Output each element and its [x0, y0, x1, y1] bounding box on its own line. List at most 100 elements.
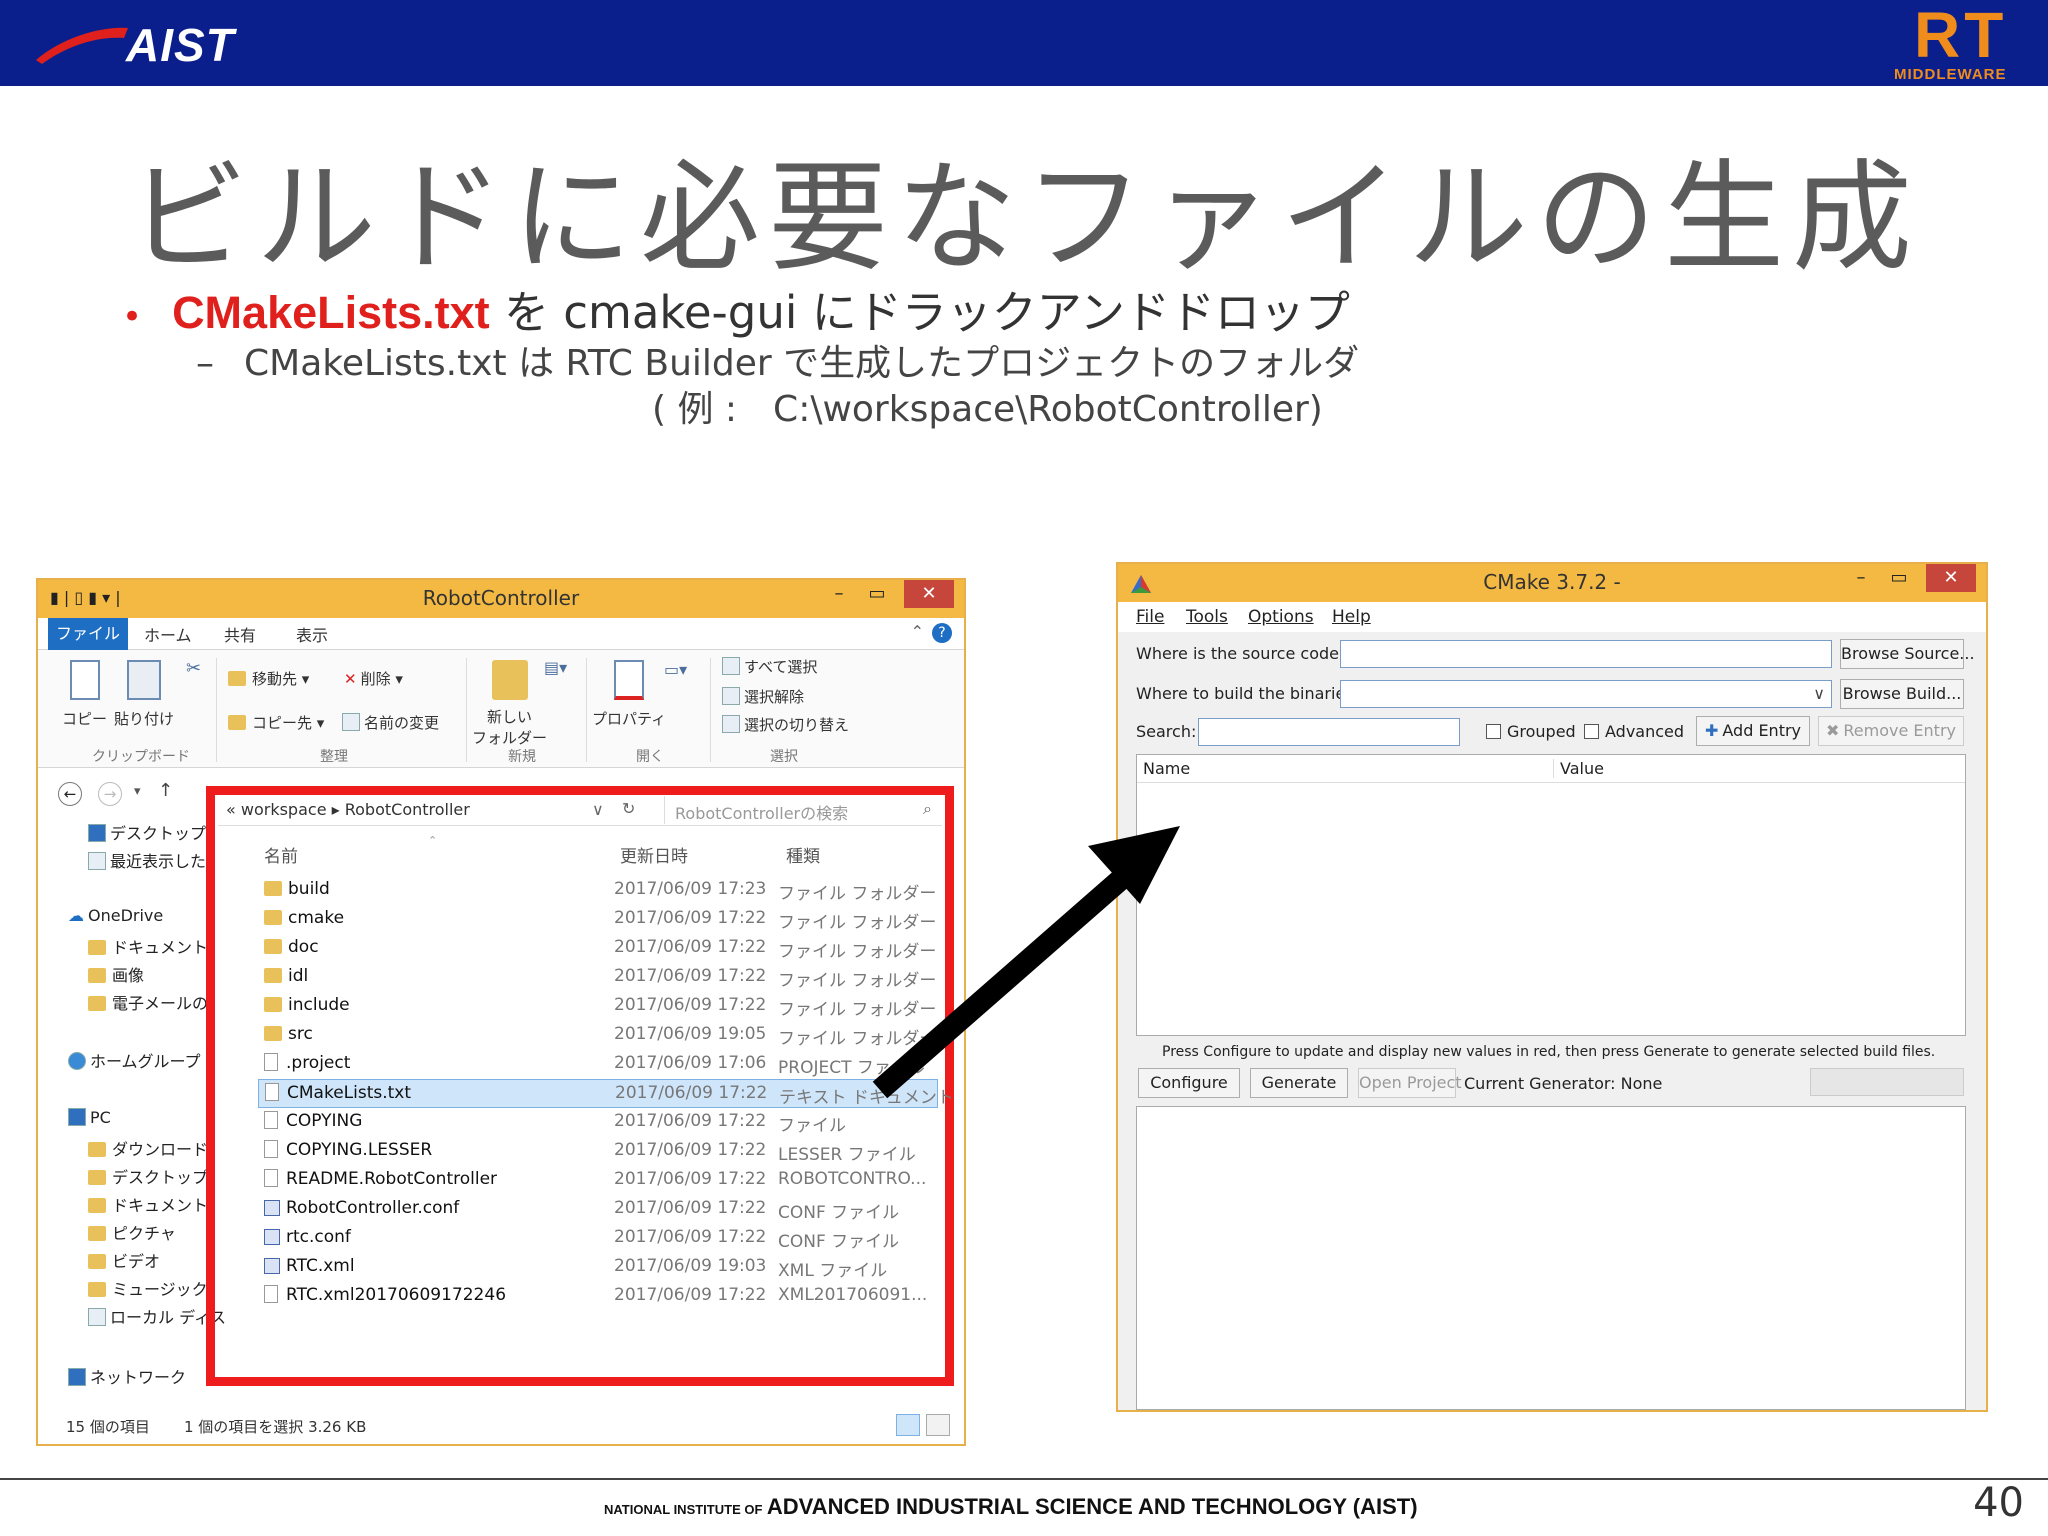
file-row[interactable]: COPYING.LESSER 2017/06/09 17:22 LESSER ファイ… [258, 1137, 938, 1166]
new-folder-button[interactable]: 新しい フォルダー [472, 660, 547, 748]
nav-item-documents[interactable]: ドキュメント [88, 934, 208, 958]
help-icon[interactable]: ? [932, 623, 952, 643]
remove-entry-button[interactable]: ✖ Remove Entry [1818, 716, 1964, 746]
details-view-icon[interactable] [896, 1414, 920, 1436]
file-row[interactable]: .project 2017/06/09 17:06 PROJECT ファイル [258, 1050, 938, 1079]
column-header-date[interactable]: 更新日時 [620, 842, 688, 867]
tab-file[interactable]: ファイル [48, 618, 128, 650]
configure-button[interactable]: Configure [1138, 1068, 1240, 1098]
copy-button[interactable]: コピー [62, 660, 107, 729]
file-name: idl [264, 966, 308, 986]
move-to-button[interactable]: 移動先 ▾ [228, 668, 309, 689]
cmake-search-input[interactable] [1198, 718, 1460, 746]
file-row[interactable]: build 2017/06/09 17:23 ファイル フォルダー [258, 876, 938, 905]
column-value-header[interactable]: Value [1553, 759, 1604, 778]
nav-item-onedrive[interactable]: ☁ OneDrive [68, 906, 163, 925]
menu-tools[interactable]: Tools [1186, 607, 1228, 627]
file-row[interactable]: rtc.conf 2017/06/09 17:22 CONF ファイル [258, 1224, 938, 1253]
grouped-checkbox[interactable]: Grouped [1486, 722, 1576, 741]
browse-build-button[interactable]: Browse Build... [1840, 679, 1964, 709]
forward-icon[interactable]: → [98, 782, 122, 806]
file-name: build [264, 879, 330, 899]
paste-button[interactable]: 貼り付け [114, 660, 174, 729]
invert-selection-button[interactable]: 選択の切り替え [722, 714, 849, 735]
add-entry-button[interactable]: ✚ Add Entry [1696, 716, 1810, 746]
build-binaries-combobox[interactable]: ∨ [1340, 680, 1832, 708]
folder-icon [264, 939, 282, 954]
close-button[interactable]: ✕ [904, 580, 954, 608]
menu-help[interactable]: Help [1332, 607, 1371, 627]
minimize-button[interactable]: – [824, 580, 854, 608]
source-code-input[interactable] [1340, 640, 1832, 668]
nav-item-recent[interactable]: 最近表示した [88, 848, 206, 872]
select-all-button[interactable]: すべて選択 [722, 656, 817, 677]
tab-home[interactable]: ホーム [144, 622, 192, 646]
search-input[interactable]: RobotControllerの検索 ⌕ [664, 796, 940, 824]
nav-item-documents-pc[interactable]: ドキュメント [88, 1192, 208, 1216]
tab-share[interactable]: 共有 [224, 622, 256, 646]
generate-button[interactable]: Generate [1250, 1068, 1348, 1098]
file-row[interactable]: doc 2017/06/09 17:22 ファイル フォルダー [258, 934, 938, 963]
ribbon-collapse-icon[interactable]: ⌃ [911, 622, 924, 641]
file-row[interactable]: COPYING 2017/06/09 17:22 ファイル [258, 1108, 938, 1137]
output-log[interactable] [1136, 1106, 1966, 1410]
copy-to-button[interactable]: コピー先 ▾ [228, 712, 324, 733]
large-icons-view-icon[interactable] [926, 1414, 950, 1436]
column-header-type[interactable]: 種類 [786, 842, 820, 867]
cut-icon[interactable]: ✂ [186, 658, 201, 679]
menu-options[interactable]: Options [1248, 607, 1314, 627]
cache-table[interactable]: Name Value [1136, 754, 1966, 1036]
close-button[interactable]: ✕ [1926, 564, 1976, 592]
nav-item-desktop-pc[interactable]: デスクトップ [88, 1164, 208, 1188]
address-dropdown-icon[interactable]: ∨ [592, 800, 604, 819]
delete-button[interactable]: ✕ 削除 ▾ [344, 668, 403, 689]
nav-item-desktop[interactable]: デスクトップ [88, 820, 206, 844]
file-row[interactable]: RobotController.conf 2017/06/09 17:22 CONF… [258, 1195, 938, 1224]
select-none-button[interactable]: 選択解除 [722, 686, 804, 707]
file-row[interactable]: RTC.xml20170609172246 2017/06/09 17:22 XML… [258, 1282, 938, 1311]
nav-label: デスクトップ [112, 1168, 209, 1187]
maximize-button[interactable]: ▭ [862, 580, 892, 608]
select-none-label: 選択解除 [744, 688, 805, 706]
open-project-button[interactable]: Open Project [1358, 1068, 1462, 1098]
file-row[interactable]: cmake 2017/06/09 17:22 ファイル フォルダー [258, 905, 938, 934]
sort-arrow-icon: ⌃ [428, 834, 438, 847]
nav-item-downloads[interactable]: ダウンロード [88, 1136, 208, 1160]
menu-file[interactable]: File [1136, 607, 1164, 627]
nav-item-email[interactable]: 電子メールの [88, 990, 208, 1014]
properties-button[interactable]: プロパティ [592, 660, 666, 729]
nav-item-music[interactable]: ミュージック [88, 1276, 208, 1300]
nav-item-pictures[interactable]: 画像 [88, 962, 144, 986]
back-icon[interactable]: ← [58, 782, 82, 806]
file-row[interactable]: src 2017/06/09 19:05 ファイル フォルダー [258, 1021, 938, 1050]
nav-item-pictures-pc[interactable]: ピクチャ [88, 1220, 176, 1244]
minimize-button[interactable]: – [1846, 564, 1876, 592]
breadcrumb-robotcontroller[interactable]: RobotController [345, 800, 470, 819]
nav-item-homegroup[interactable]: ホームグループ [68, 1048, 201, 1072]
nav-item-videos[interactable]: ビデオ [88, 1248, 160, 1272]
refresh-icon[interactable]: ↻ [622, 799, 635, 818]
file-date: 2017/06/09 17:22 [614, 1198, 767, 1218]
recent-dropdown-icon[interactable]: ▾ [134, 784, 141, 799]
breadcrumb[interactable]: « workspace ▸ RobotController [226, 800, 470, 819]
nav-item-pc[interactable]: PC [68, 1108, 111, 1127]
up-icon[interactable]: ↑ [158, 780, 173, 801]
build-binaries-label: Where to build the binaries: [1136, 684, 1360, 703]
tab-view[interactable]: 表示 [296, 622, 328, 646]
file-row[interactable]: README.RobotController 2017/06/09 17:22 RO… [258, 1166, 938, 1195]
advanced-checkbox[interactable]: Advanced [1584, 722, 1684, 741]
rename-button[interactable]: 名前の変更 [342, 712, 439, 733]
maximize-button[interactable]: ▭ [1884, 564, 1914, 592]
file-row[interactable]: RTC.xml 2017/06/09 19:03 XML ファイル [258, 1253, 938, 1282]
open-icon[interactable]: ▭▾ [664, 660, 687, 679]
browse-source-button[interactable]: Browse Source... [1840, 639, 1975, 669]
nav-item-network[interactable]: ネットワーク [68, 1364, 186, 1388]
file-row[interactable]: idl 2017/06/09 17:22 ファイル フォルダー [258, 963, 938, 992]
file-row[interactable]: include 2017/06/09 17:22 ファイル フォルダー [258, 992, 938, 1021]
column-name-header[interactable]: Name [1143, 759, 1190, 778]
breadcrumb-workspace[interactable]: workspace [241, 800, 327, 819]
file-row[interactable]: CMakeLists.txt 2017/06/09 17:22 テキスト ドキュメン… [258, 1079, 954, 1108]
new-item-icon[interactable]: ▤▾ [544, 658, 567, 677]
file-name: cmake [264, 908, 344, 928]
column-header-name[interactable]: 名前 [264, 842, 298, 867]
